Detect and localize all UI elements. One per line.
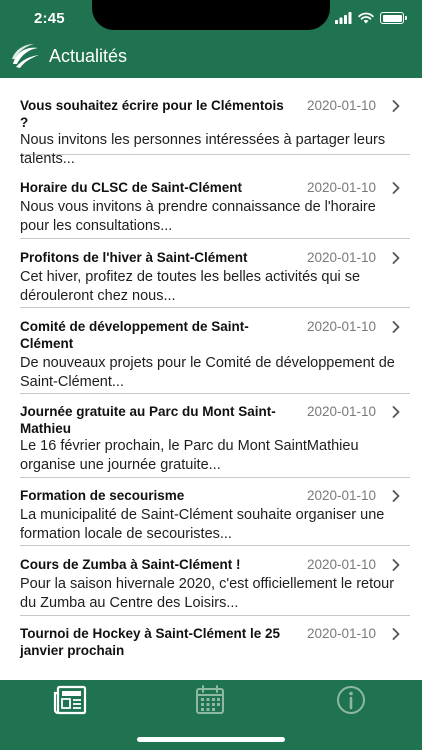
device-notch xyxy=(92,0,330,30)
navigation-bar: Actualités xyxy=(0,34,422,78)
status-icons xyxy=(335,11,407,25)
news-date: 2020-01-10 xyxy=(307,626,377,641)
newspaper-icon xyxy=(53,685,87,715)
news-date: 2020-01-10 xyxy=(307,557,377,572)
news-excerpt: De nouveaux projets pour le Comité de dé… xyxy=(20,355,395,390)
news-list-item[interactable]: Comité de développement de Saint-Clément… xyxy=(20,308,410,394)
chevron-right-icon xyxy=(392,490,400,502)
news-list-item[interactable]: Cours de Zumba à Saint-Clément ! 2020-01… xyxy=(20,546,410,616)
battery-icon xyxy=(380,12,407,24)
news-excerpt: Pour la saison hivernale 2020, c'est off… xyxy=(20,576,395,611)
page-title: Actualités xyxy=(49,46,128,66)
news-list-item[interactable]: Journée gratuite au Parc du Mont Saint-M… xyxy=(20,394,410,478)
news-date: 2020-01-10 xyxy=(307,180,377,195)
battery-level xyxy=(382,14,402,22)
news-list-item[interactable]: Profitons de l'hiver à Saint-Clément 202… xyxy=(20,239,410,308)
chevron-right-icon xyxy=(392,182,400,194)
tab-info[interactable] xyxy=(333,684,369,716)
signal-icon xyxy=(335,12,352,24)
news-excerpt: Cet hiver, profitez de toutes les belles… xyxy=(20,269,361,304)
news-title: Journée gratuite au Parc du Mont Saint-M… xyxy=(20,404,276,436)
news-title: Vous souhaitez écrire pour le Clémentois… xyxy=(20,98,284,130)
news-date: 2020-01-10 xyxy=(307,488,377,503)
tab-calendar[interactable] xyxy=(192,684,228,716)
news-list[interactable]: Vous souhaitez écrire pour le Clémentois… xyxy=(0,78,422,680)
wifi-icon xyxy=(358,12,374,24)
news-title: Comité de développement de Saint-Clément xyxy=(20,319,249,351)
news-date: 2020-01-10 xyxy=(307,98,377,113)
news-list-item[interactable]: Vous souhaitez écrire pour le Clémentois… xyxy=(20,78,410,167)
chevron-right-icon xyxy=(392,628,400,640)
tab-news[interactable] xyxy=(52,684,88,716)
chevron-right-icon xyxy=(392,559,400,571)
status-bar: 2:45 xyxy=(0,0,422,34)
status-time: 2:45 xyxy=(34,10,65,27)
news-date: 2020-01-10 xyxy=(307,319,377,334)
chevron-right-icon xyxy=(392,100,400,112)
news-date: 2020-01-10 xyxy=(307,250,377,265)
chevron-right-icon xyxy=(392,406,400,418)
news-title: Horaire du CLSC de Saint-Clément xyxy=(20,180,243,195)
news-date: 2020-01-10 xyxy=(307,404,377,419)
news-title: Cours de Zumba à Saint-Clément ! xyxy=(20,557,241,572)
news-list-item[interactable]: Formation de secourisme 2020-01-10 La mu… xyxy=(20,478,410,546)
news-excerpt: Nous invitons les personnes intéressées … xyxy=(20,132,386,167)
info-icon xyxy=(337,686,365,714)
news-title: Profitons de l'hiver à Saint-Clément xyxy=(20,250,248,265)
news-title: Formation de secourisme xyxy=(20,488,185,503)
news-excerpt: La municipalité de Saint-Clément souhait… xyxy=(20,507,385,542)
news-list-item[interactable]: Horaire du CLSC de Saint-Clément 2020-01… xyxy=(20,174,410,239)
news-excerpt: Nous vous invitons à prendre connaissanc… xyxy=(20,199,376,234)
news-title: Tournoi de Hockey à Saint-Clément le 25 … xyxy=(20,626,281,658)
news-excerpt: Le 16 février prochain, le Parc du Mont … xyxy=(20,438,359,473)
calendar-icon xyxy=(196,685,224,714)
news-list-item[interactable]: Tournoi de Hockey à Saint-Clément le 25 … xyxy=(20,616,410,676)
chevron-right-icon xyxy=(392,252,400,264)
home-indicator xyxy=(137,737,285,742)
chevron-right-icon xyxy=(392,321,400,333)
app-logo-icon xyxy=(12,44,39,68)
